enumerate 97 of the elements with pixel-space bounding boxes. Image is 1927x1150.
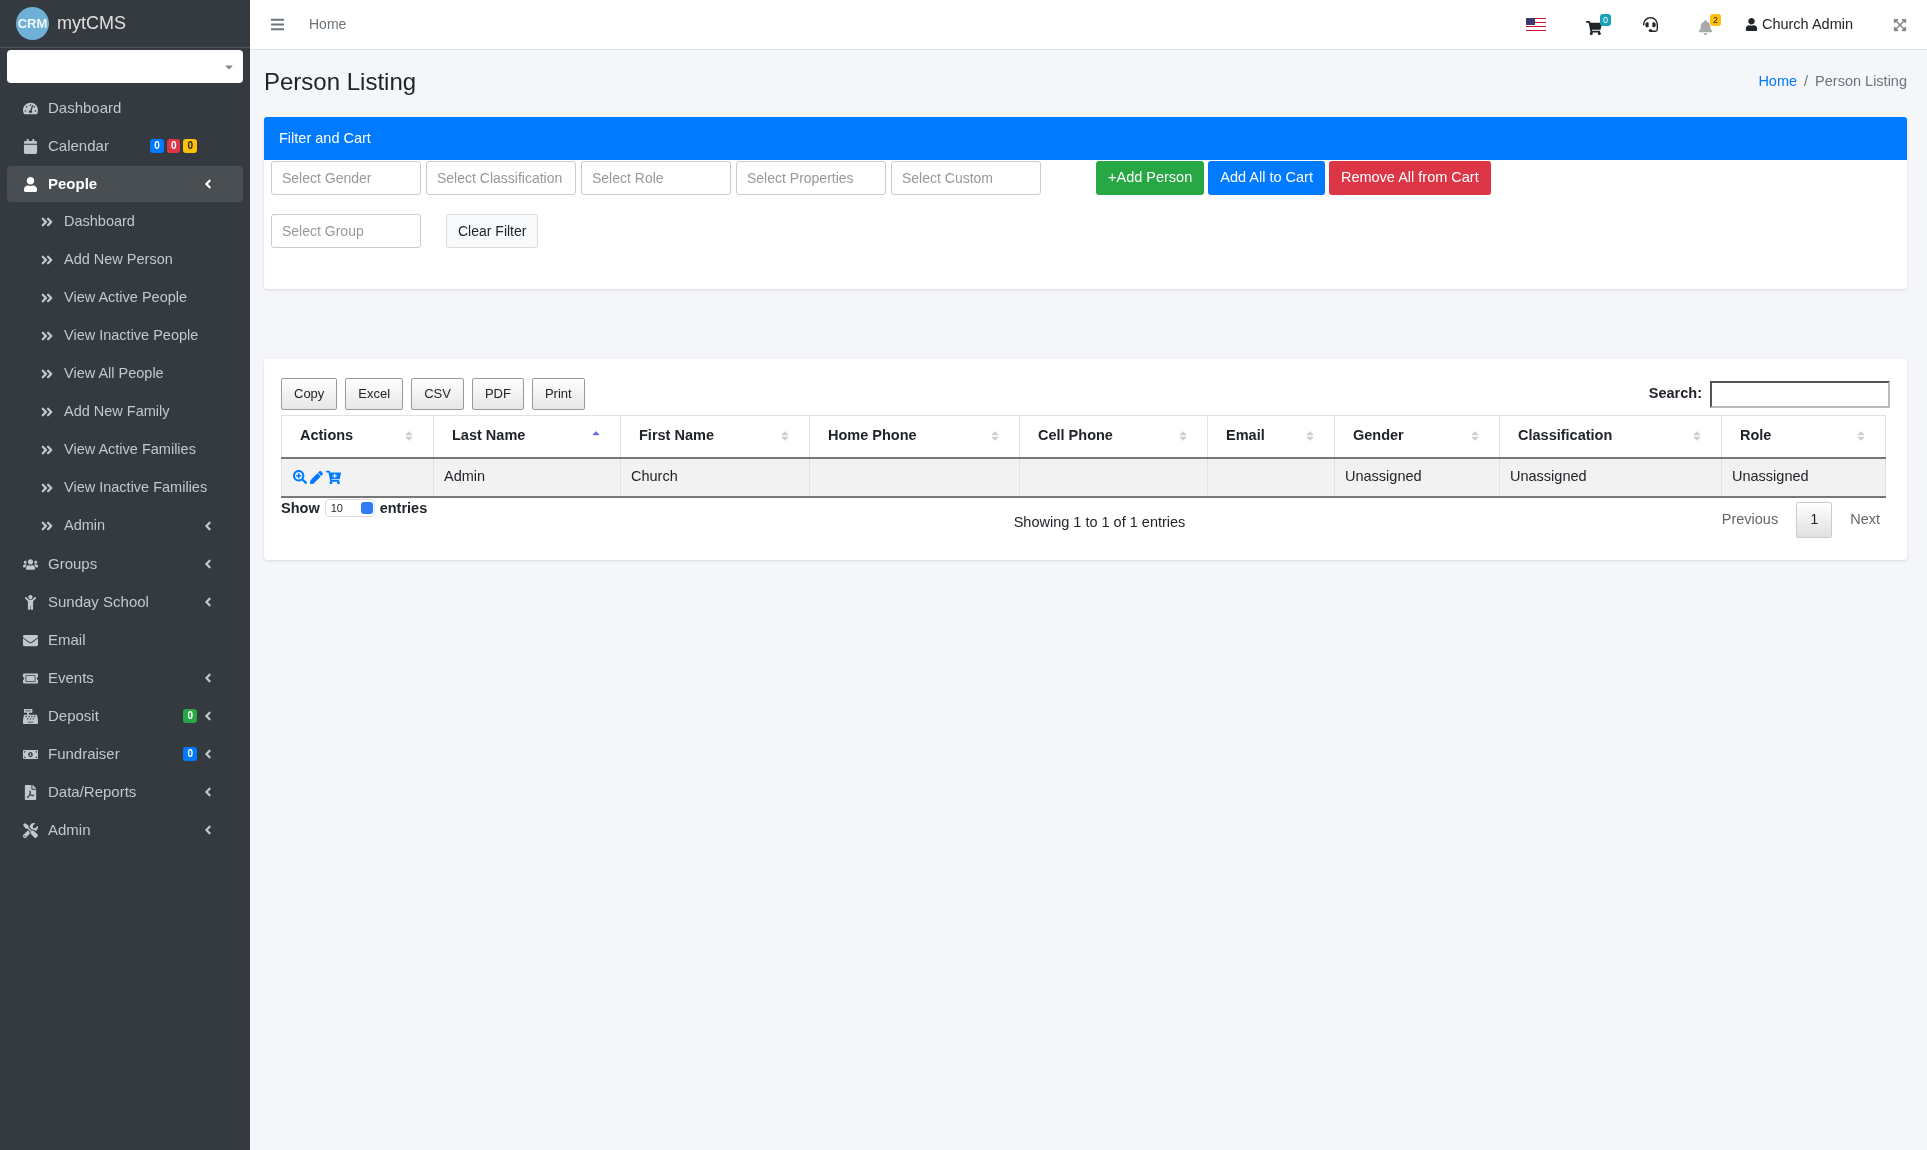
table-cell: Unassigned <box>1721 457 1886 497</box>
sidebar-item[interactable]: Fundraiser 0 <box>7 736 243 772</box>
column-header[interactable]: Role <box>1721 415 1886 458</box>
pagination-link[interactable]: Previous <box>1711 501 1789 538</box>
user-menu[interactable]: Church Admin <box>1744 13 1853 36</box>
export-button[interactable]: Excel <box>345 378 404 410</box>
double-chevron-icon <box>40 367 54 381</box>
brand-logo: CRM <box>16 7 49 40</box>
sidebar-item[interactable]: Sunday School <box>7 584 243 620</box>
column-header[interactable]: Gender <box>1334 415 1500 458</box>
calendar-icon <box>23 138 38 154</box>
table-cell: Unassigned <box>1499 457 1722 497</box>
stepper-icon <box>360 502 373 515</box>
sidebar-subitem[interactable]: View Active People <box>7 280 243 316</box>
breadcrumb-separator: / <box>1804 72 1809 92</box>
count-badge: 0 <box>183 139 197 153</box>
table-cell: Unassigned <box>1334 457 1500 497</box>
table-cell: Church <box>620 457 810 497</box>
count-badge: 0 <box>183 709 197 723</box>
export-button[interactable]: Copy <box>281 378 338 410</box>
count-badge: 0 <box>166 139 181 153</box>
sidebar-item[interactable]: Events <box>7 660 243 696</box>
sidebar-item[interactable]: Data/Reports <box>7 774 243 810</box>
home-link[interactable]: Home <box>309 14 347 35</box>
column-header[interactable]: Cell Phone <box>1019 415 1208 458</box>
fullscreen-icon[interactable] <box>1893 17 1907 32</box>
sidebar-item[interactable]: Deposit 0 <box>7 698 243 734</box>
action-button[interactable]: Add All to Cart <box>1208 161 1325 195</box>
notification-count-badge: 2 <box>1709 14 1721 26</box>
search-field[interactable] <box>1710 380 1890 408</box>
export-button[interactable]: Print <box>531 378 585 410</box>
page-title: Person Listing <box>264 67 417 97</box>
sidebar-item[interactable]: Admin <box>7 812 243 848</box>
double-chevron-icon <box>40 481 54 495</box>
entries-label: entries <box>379 498 428 518</box>
double-chevron-icon <box>40 519 54 533</box>
cash-register-icon <box>23 708 38 724</box>
column-header[interactable]: Email <box>1207 415 1335 458</box>
cart-icon <box>1585 19 1602 36</box>
people-group-icon <box>23 556 38 572</box>
sidebar-subitem[interactable]: Add New Family <box>7 394 243 430</box>
export-button[interactable]: PDF <box>471 378 524 410</box>
double-chevron-icon <box>40 215 54 229</box>
add-to-cart-icon[interactable] <box>326 469 341 485</box>
column-header[interactable]: Home Phone <box>809 415 1020 458</box>
sidebar-item[interactable]: Email <box>7 622 243 658</box>
column-header[interactable]: First Name <box>620 415 810 458</box>
sidebar-subitem[interactable]: View Inactive People <box>7 318 243 354</box>
envelope-icon <box>23 632 38 648</box>
breadcrumb-item[interactable]: Person Listing <box>1815 71 1907 93</box>
person-icon <box>23 176 38 192</box>
sidebar-item[interactable]: Dashboard <box>7 90 243 126</box>
column-header[interactable]: Classification <box>1499 415 1722 458</box>
sidebar-subitem[interactable]: Admin <box>7 508 243 544</box>
double-chevron-icon <box>40 443 54 457</box>
children-icon <box>23 594 38 610</box>
double-chevron-icon <box>40 291 54 305</box>
sidebar-subitem[interactable]: Add New Person <box>7 242 243 278</box>
pagination-link[interactable]: Next <box>1840 501 1890 538</box>
pencil-icon[interactable] <box>310 470 323 484</box>
menu-icon[interactable] <box>270 17 285 32</box>
sidebar-subitem[interactable]: Dashboard <box>7 204 243 240</box>
export-button[interactable]: CSV <box>411 378 464 410</box>
column-header[interactable]: Actions <box>281 415 434 458</box>
sidebar-subitem[interactable]: View Active Families <box>7 432 243 468</box>
brand-name: mytCMS <box>57 12 126 35</box>
dashboard-gauge-icon <box>23 100 38 116</box>
search-label: Search: <box>1648 384 1702 404</box>
breadcrumb-item[interactable]: Home <box>1758 71 1798 93</box>
table-info: Showing 1 to 1 of 1 entries <box>1013 512 1186 532</box>
page-button[interactable]: 1 <box>1796 501 1833 538</box>
sidebar-subitem[interactable]: View Inactive Families <box>7 470 243 506</box>
page-size-select[interactable]: 10 <box>324 499 375 518</box>
us-flag-icon[interactable] <box>1525 17 1546 32</box>
card-header: Filter and Cart <box>264 117 1907 160</box>
sidebar-item[interactable]: Calendar 0 0 0 <box>7 128 243 164</box>
notifications-button[interactable]: 2 <box>1697 14 1721 35</box>
pdf-file-icon <box>23 784 38 800</box>
sidebar-item[interactable]: People <box>7 166 243 202</box>
show-label: Show <box>281 498 320 518</box>
tools-icon <box>23 822 38 838</box>
table-cell: Admin <box>433 457 621 497</box>
zoom-in-icon[interactable] <box>293 470 307 484</box>
count-badge: 0 <box>183 747 197 761</box>
action-button[interactable]: Remove All from Cart <box>1328 161 1491 195</box>
cart-count-badge: 0 <box>1599 13 1611 26</box>
column-header[interactable]: Last Name <box>433 415 621 458</box>
bell-icon <box>1697 20 1713 35</box>
count-badge: 0 <box>150 139 164 153</box>
sidebar-subitem[interactable]: View All People <box>7 356 243 392</box>
headset-icon[interactable] <box>1642 17 1658 32</box>
double-chevron-icon <box>40 253 54 267</box>
clear-filter-button[interactable]: Clear Filter <box>446 214 539 248</box>
double-chevron-icon <box>40 405 54 419</box>
double-chevron-icon <box>40 329 54 343</box>
sidebar-item[interactable]: Groups <box>7 546 243 582</box>
person-icon <box>1744 18 1758 31</box>
